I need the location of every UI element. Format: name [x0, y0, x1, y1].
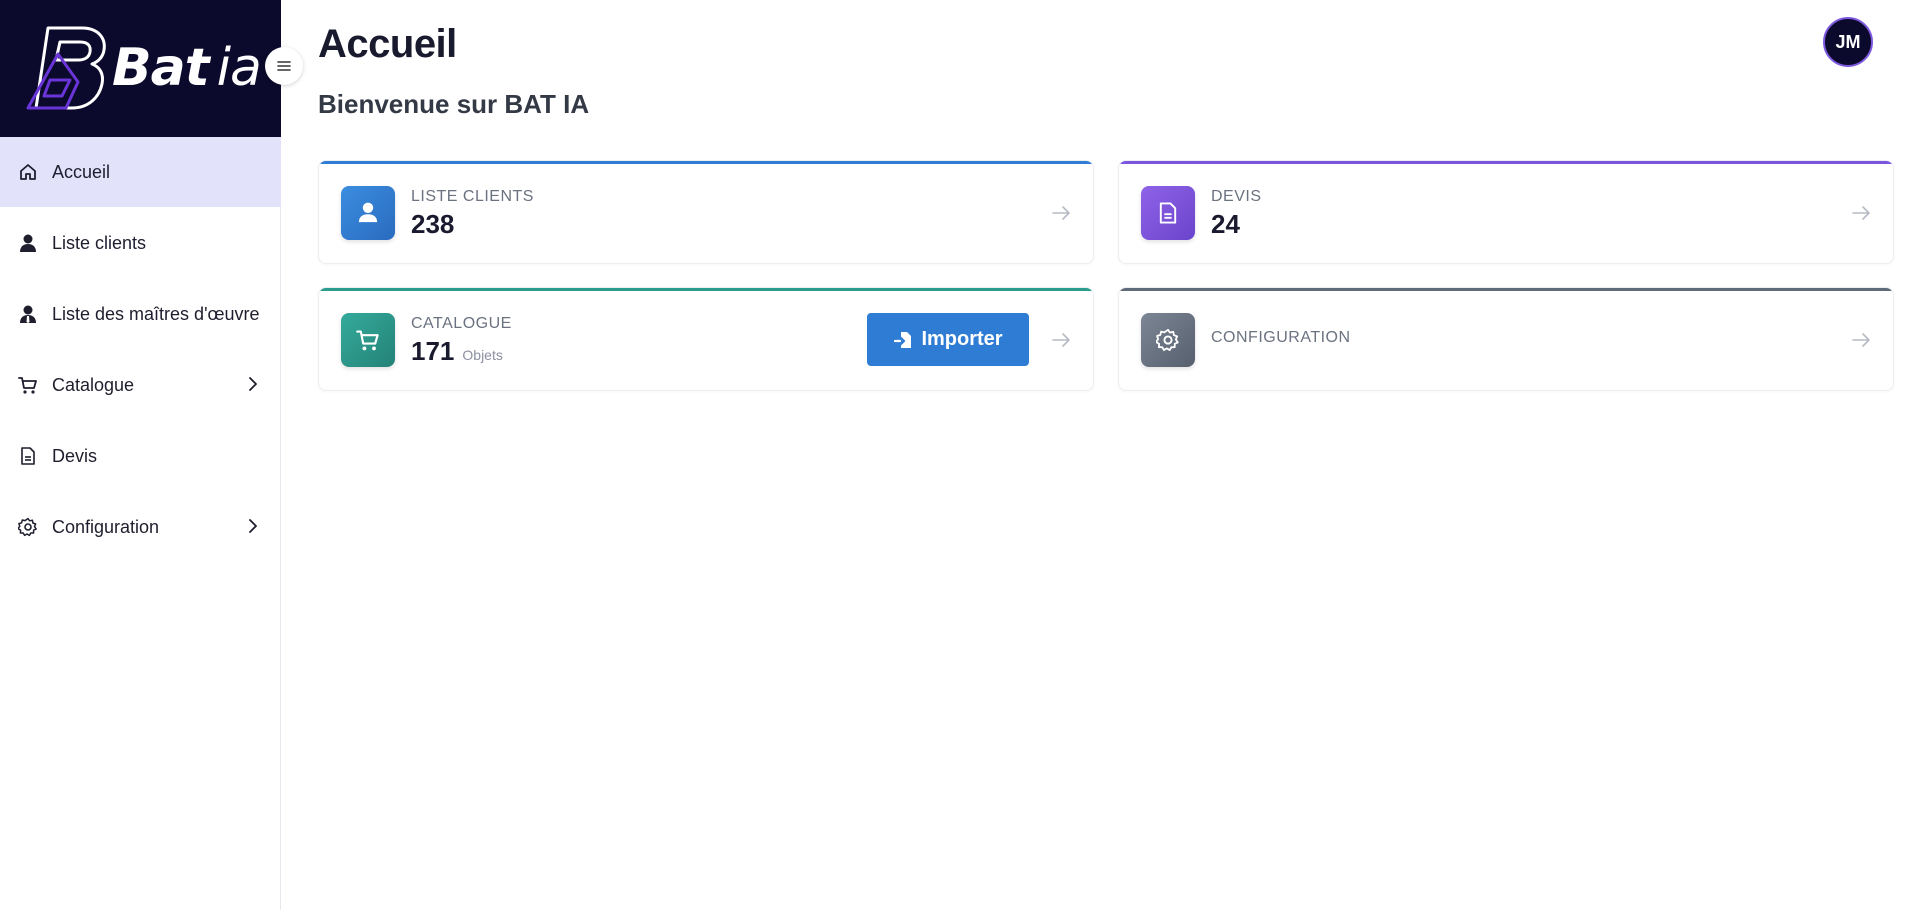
card-configuration[interactable]: CONFIGURATION [1118, 287, 1894, 391]
sidebar-item-label: Liste des maîtres d'œuvre [52, 303, 260, 324]
gear-icon [1141, 313, 1195, 367]
page-subtitle: Bienvenue sur BAT IA [318, 89, 590, 119]
sidebar-toggle-button[interactable] [265, 47, 303, 85]
bat-logo-icon [26, 26, 106, 110]
sidebar-item-label: Accueil [52, 161, 111, 182]
card-label: DEVIS [1211, 188, 1262, 205]
document-icon [1141, 186, 1195, 240]
card-label: LISTE CLIENTS [411, 188, 534, 205]
card-value: 171 Objets [411, 336, 503, 367]
document-icon [17, 445, 39, 467]
brand-name-bold: Bat [112, 38, 210, 98]
brand-name: Bat ia [112, 38, 262, 98]
sidebar-item-accueil[interactable]: Accueil [0, 137, 281, 207]
user-icon [341, 186, 395, 240]
sidebar-item-configuration[interactable]: Configuration [0, 492, 281, 562]
home-icon [17, 161, 39, 183]
card-catalogue[interactable]: CATALOGUE 171 Objets Importer [318, 287, 1094, 391]
card-label: CONFIGURATION [1211, 329, 1351, 346]
sidebar-item-label: Liste clients [52, 232, 147, 253]
card-accent-bar [1119, 161, 1893, 164]
cart-icon [17, 374, 39, 396]
sidebar-item-maitres-oeuvre[interactable]: Liste des maîtres d'œuvre [0, 279, 281, 349]
worker-icon [17, 303, 39, 325]
brand-name-light: ia [216, 38, 262, 98]
card-value-number: 171 [411, 336, 455, 366]
sidebar-item-label: Catalogue [52, 374, 135, 395]
sidebar-item-catalogue[interactable]: Catalogue [0, 350, 281, 420]
arrow-right-icon [1852, 206, 1870, 220]
card-liste-clients[interactable]: LISTE CLIENTS 238 [318, 160, 1094, 264]
card-label: CATALOGUE [411, 315, 512, 332]
user-avatar[interactable]: JM [1823, 17, 1873, 67]
file-import-icon [893, 329, 915, 351]
chevron-right-icon [249, 519, 257, 533]
sidebar-item-devis[interactable]: Devis [0, 421, 281, 491]
import-button-label: Importer [921, 328, 1003, 350]
gear-icon [17, 516, 39, 538]
card-accent-bar [319, 161, 1093, 164]
brand-logo[interactable]: Bat ia [0, 0, 281, 137]
menu-icon [277, 61, 291, 71]
arrow-right-icon [1052, 333, 1070, 347]
sidebar-nav: Accueil Liste clients Liste des maîtres … [0, 137, 281, 563]
user-icon [17, 232, 39, 254]
card-value-unit: Objets [462, 347, 503, 363]
card-devis[interactable]: DEVIS 24 [1118, 160, 1894, 264]
sidebar-item-label: Devis [52, 445, 98, 466]
cart-icon [341, 313, 395, 367]
card-value: 238 [411, 209, 455, 239]
arrow-right-icon [1052, 206, 1070, 220]
sidebar-item-liste-clients[interactable]: Liste clients [0, 208, 281, 278]
main-content: Accueil Bienvenue sur BAT IA JM LISTE CL… [318, 0, 1894, 910]
page-title: Accueil [318, 22, 457, 66]
arrow-right-icon [1852, 333, 1870, 347]
card-accent-bar [1119, 288, 1893, 291]
sidebar-item-label: Configuration [52, 516, 160, 537]
sidebar: Bat ia Accueil Liste clients Liste des m… [0, 0, 303, 910]
card-value: 24 [1211, 209, 1240, 239]
chevron-right-icon [249, 377, 257, 391]
import-button[interactable]: Importer [867, 313, 1029, 366]
card-accent-bar [319, 288, 1093, 291]
